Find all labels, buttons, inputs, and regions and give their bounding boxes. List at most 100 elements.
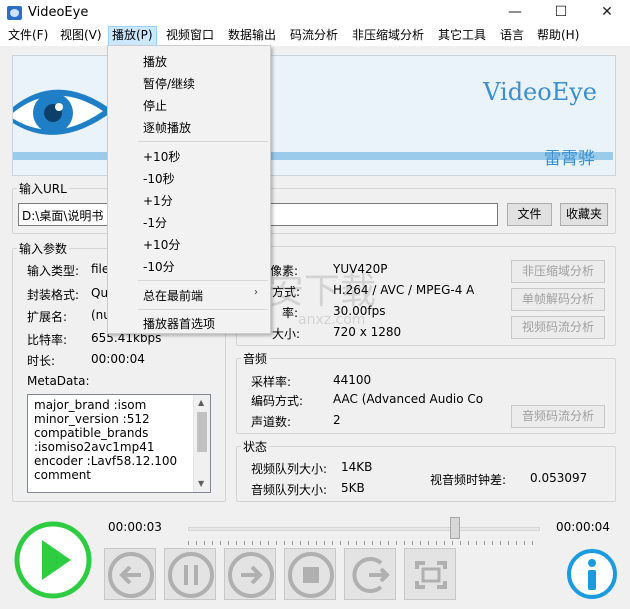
- menu-uncompressed-analysis[interactable]: 非压缩域分析: [349, 26, 427, 46]
- menu-data-output[interactable]: 数据输出: [225, 26, 279, 46]
- frame-decode-analysis-button[interactable]: 单帧解码分析: [511, 288, 605, 311]
- menu-separator: [138, 309, 268, 310]
- status-legend: 状态: [243, 440, 268, 454]
- menu-item-minus-10m[interactable]: -10分: [143, 258, 175, 275]
- fullscreen-icon: [415, 561, 447, 589]
- maximize-button[interactable]: ☐: [538, 0, 584, 26]
- metadata-scrollbar[interactable]: ▲ ▼: [193, 395, 210, 492]
- metadata-label: MetaData:: [27, 374, 90, 388]
- av-clock-value: 0.053097: [530, 471, 588, 485]
- metadata-line: compatible_brands: [34, 426, 149, 440]
- scrollbar-thumb[interactable]: [197, 412, 207, 452]
- menu-item-minus-10s[interactable]: -10秒: [143, 170, 175, 187]
- menu-video-window[interactable]: 视频窗口: [163, 26, 217, 46]
- rewind-button[interactable]: [104, 548, 156, 600]
- total-time: 00:00:04: [556, 520, 610, 534]
- duration-value: 00:00:04: [91, 352, 145, 366]
- favorites-button[interactable]: 收藏夹: [560, 203, 608, 226]
- video-queue-label: 视频队列大小:: [251, 462, 328, 476]
- uncompressed-analysis-button[interactable]: 非压缩域分析: [511, 260, 605, 283]
- menu-help[interactable]: 帮助(H): [534, 26, 582, 46]
- format-label: 封装格式:: [27, 288, 80, 302]
- input-type-label: 输入类型:: [27, 264, 80, 278]
- channels-value: 2: [333, 413, 341, 427]
- audio-codec-value: AAC (Advanced Audio Co: [333, 392, 484, 406]
- window-title: VideoEye: [28, 5, 89, 20]
- stop-button[interactable]: [284, 548, 336, 600]
- audio-legend: 音频: [243, 352, 268, 366]
- menu-item-step-frame[interactable]: 逐帧播放: [143, 119, 191, 136]
- menu-item-stop[interactable]: 停止: [143, 97, 167, 114]
- menu-item-preferences[interactable]: 播放器首选项: [143, 315, 215, 332]
- menu-other-tools[interactable]: 其它工具: [435, 26, 489, 46]
- watermark-text: 安下载: [268, 271, 377, 312]
- pause-icon: [168, 552, 214, 598]
- submenu-arrow-icon: ›: [254, 287, 258, 298]
- menu-item-plus-10m[interactable]: +10分: [143, 236, 180, 253]
- audio-codec-label: 编码方式:: [251, 394, 304, 408]
- banner-logo-text: VideoEye: [483, 78, 597, 106]
- menu-file[interactable]: 文件(F): [5, 26, 51, 46]
- menu-language[interactable]: 语言: [497, 26, 527, 46]
- metadata-line: encoder :Lavf58.12.100: [34, 454, 178, 468]
- menu-view[interactable]: 视图(V): [57, 26, 105, 46]
- audio-stream-analysis-button[interactable]: 音频码流分析: [511, 405, 605, 428]
- current-time: 00:00:03: [108, 520, 162, 534]
- av-clock-label: 视音频时钟差:: [430, 473, 507, 487]
- watermark-sub: anxz.com: [298, 312, 366, 328]
- file-button[interactable]: 文件: [507, 203, 552, 226]
- video-queue-value: 14KB: [341, 460, 373, 474]
- menu-item-plus-1m[interactable]: +1分: [143, 192, 173, 209]
- sample-rate-value: 44100: [333, 373, 372, 387]
- arrow-right-icon: [228, 552, 274, 598]
- menu-play[interactable]: 播放(P): [108, 26, 157, 46]
- banner-stripe: [13, 152, 613, 160]
- pause-button[interactable]: [164, 548, 216, 600]
- step-frame-button[interactable]: [344, 548, 396, 600]
- audio-queue-value: 5KB: [341, 481, 365, 495]
- menu-stream-analysis[interactable]: 码流分析: [287, 26, 341, 46]
- extension-label: 扩展名:: [27, 310, 68, 324]
- menu-item-pause-resume[interactable]: 暂停/继续: [143, 75, 195, 92]
- progress-slider-ticks: [188, 541, 540, 545]
- url-legend: 输入URL: [19, 182, 67, 196]
- duration-label: 时长:: [27, 354, 56, 368]
- metadata-line: minor_version :512: [34, 412, 150, 426]
- arrow-left-icon: [108, 552, 154, 598]
- audio-queue-label: 音频队列大小:: [251, 483, 328, 497]
- metadata-line: comment: [34, 468, 92, 482]
- info-icon[interactable]: [566, 548, 618, 600]
- metadata-textbox[interactable]: major_brand :isom minor_version :512 com…: [27, 394, 211, 493]
- stop-icon: [288, 552, 334, 598]
- menu-item-play[interactable]: 播放: [143, 53, 167, 70]
- forward-button[interactable]: [224, 548, 276, 600]
- app-icon: [7, 6, 22, 20]
- banner: VideoEye 雷霄骅: [12, 55, 616, 176]
- bitrate-label: 比特率:: [27, 333, 68, 347]
- scroll-up-icon[interactable]: ▲: [198, 398, 204, 407]
- play-menu-dropdown: 播放 暂停/继续 停止 逐帧播放 +10秒 -10秒 +1分 -1分 +10分 …: [107, 45, 271, 334]
- menu-item-plus-10s[interactable]: +10秒: [143, 148, 180, 165]
- title-bar: VideoEye — ☐ ✕: [0, 0, 630, 26]
- step-forward-icon: [352, 557, 390, 593]
- metadata-line: :isomiso2avc1mp41: [34, 440, 155, 454]
- progress-slider[interactable]: [188, 527, 540, 531]
- progress-slider-thumb[interactable]: [450, 517, 460, 539]
- video-stream-analysis-button[interactable]: 视频码流分析: [511, 316, 605, 339]
- sample-rate-label: 采样率:: [251, 375, 292, 389]
- channels-label: 声道数:: [251, 415, 292, 429]
- menu-item-minus-1m[interactable]: -1分: [143, 214, 167, 231]
- banner-author: 雷霄骅: [544, 149, 595, 169]
- fullscreen-button[interactable]: [404, 548, 456, 600]
- minimize-button[interactable]: —: [492, 0, 538, 26]
- close-button[interactable]: ✕: [584, 0, 630, 26]
- scroll-down-icon[interactable]: ▼: [198, 479, 204, 488]
- input-params-legend: 输入参数: [19, 242, 68, 256]
- menu-separator: [138, 280, 268, 281]
- menu-bar: 文件(F) 视图(V) 播放(P) 视频窗口 数据输出 码流分析 非压缩域分析 …: [0, 26, 630, 46]
- play-icon[interactable]: [13, 520, 93, 600]
- menu-item-always-on-top[interactable]: 总在最前端: [143, 287, 203, 304]
- menu-separator: [138, 141, 268, 142]
- metadata-line: major_brand :isom: [34, 398, 147, 412]
- format-value: Qu: [91, 286, 109, 300]
